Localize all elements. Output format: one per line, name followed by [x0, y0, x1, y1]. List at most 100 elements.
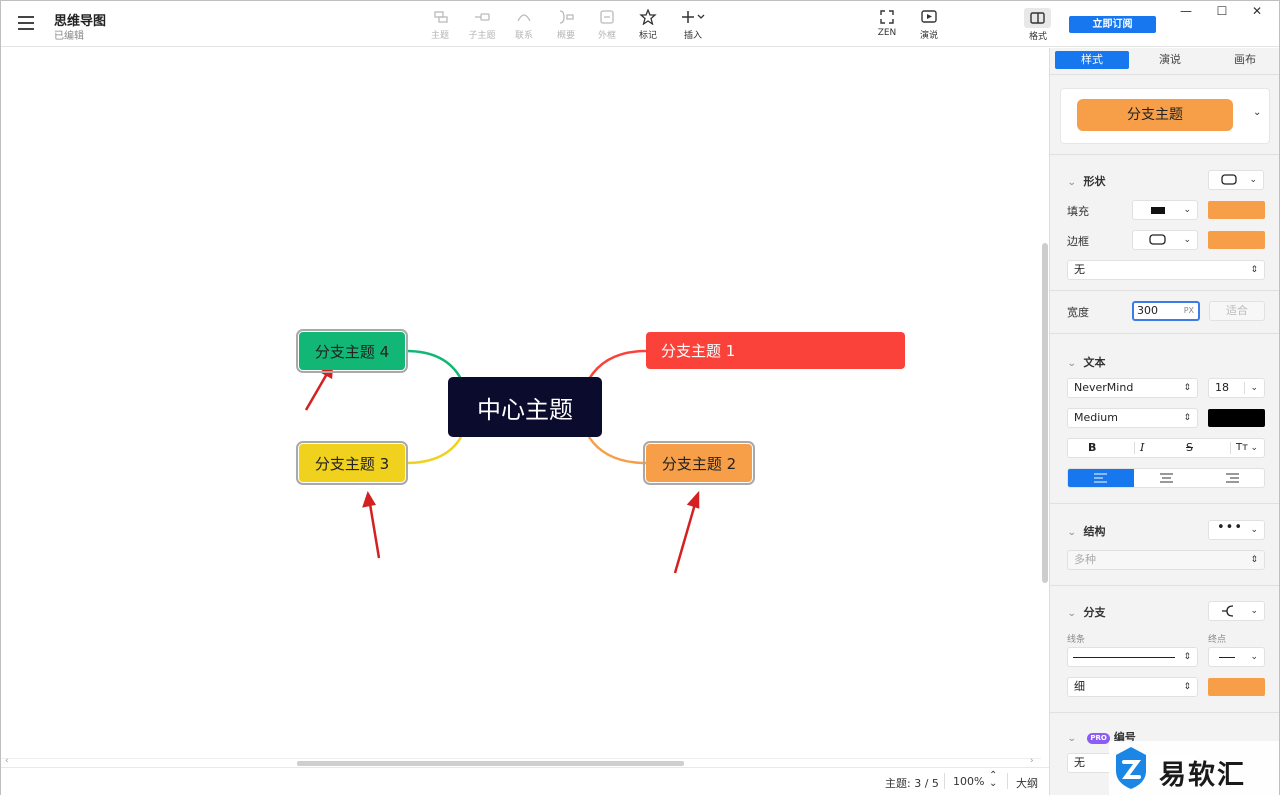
- stepper-icon: ⇕: [1183, 682, 1191, 692]
- toolbar-boundary-button[interactable]: 外框: [585, 9, 629, 41]
- line-style-select[interactable]: ⇕: [1067, 647, 1198, 667]
- toolbar-insert-button[interactable]: 插入: [671, 9, 715, 41]
- tab-style[interactable]: 样式: [1055, 51, 1129, 69]
- scroll-right-icon[interactable]: ›: [1030, 756, 1034, 766]
- fit-width-button[interactable]: 适合: [1209, 301, 1265, 321]
- style-preview-pill: 分支主题: [1077, 99, 1233, 131]
- chevron-down-icon: ⌄: [1067, 734, 1077, 744]
- annotation-arrow: [304, 361, 334, 411]
- toolbar-marker-button[interactable]: 标记: [626, 9, 670, 41]
- align-center-button[interactable]: [1134, 469, 1200, 487]
- section-structure[interactable]: ⌄ 结构: [1067, 523, 1105, 539]
- stepper-icon: ⇕: [1183, 652, 1191, 662]
- shape-select[interactable]: ⌄: [1208, 170, 1264, 190]
- branch-topic-label: 分支主题 3: [314, 454, 390, 473]
- align-center-icon: [1160, 473, 1173, 483]
- vertical-scrollbar[interactable]: [1041, 48, 1049, 758]
- close-icon[interactable]: ✕: [1242, 3, 1272, 19]
- divider: [1244, 382, 1245, 394]
- toolbar-zen-button[interactable]: ZEN: [865, 9, 909, 38]
- central-topic[interactable]: 中心主题: [448, 377, 602, 437]
- bold-button[interactable]: B: [1088, 439, 1096, 457]
- plus-icon: [682, 11, 705, 23]
- toolbar-summary-button[interactable]: 概要: [544, 9, 588, 41]
- toolbar-topic-button[interactable]: 主题: [418, 9, 462, 41]
- tab-presentation[interactable]: 演说: [1133, 51, 1207, 69]
- fill-label: 填充: [1067, 205, 1089, 218]
- line-label: 线条: [1067, 635, 1086, 645]
- border-color-swatch[interactable]: [1208, 231, 1265, 249]
- scroll-left-icon[interactable]: ‹: [5, 756, 9, 766]
- structure-select[interactable]: ••• ⌄: [1208, 520, 1265, 540]
- more-dots-icon: •••: [1217, 520, 1244, 535]
- toolbar-subtopic-button[interactable]: 子主题: [460, 9, 504, 41]
- chevron-down-icon: ⌄: [1250, 606, 1258, 616]
- hamburger-menu-icon[interactable]: [18, 16, 34, 30]
- chevron-down-icon: ⌄: [1249, 175, 1257, 185]
- end-label: 终点: [1208, 635, 1227, 645]
- fill-color-swatch[interactable]: [1208, 201, 1265, 219]
- solid-line-icon: [1073, 657, 1175, 658]
- minimize-icon[interactable]: —: [1171, 3, 1201, 19]
- fill-pattern-select[interactable]: ⌄: [1132, 200, 1198, 220]
- section-shape[interactable]: ⌄ 形状: [1067, 173, 1105, 189]
- subscribe-button[interactable]: 立即订阅: [1069, 16, 1156, 33]
- panel-tabs: 样式 演说 画布: [1055, 51, 1275, 69]
- border-width-select[interactable]: 无 ⇕: [1067, 260, 1265, 280]
- text-color-swatch[interactable]: [1208, 409, 1265, 427]
- section-branch[interactable]: ⌄ 分支: [1067, 604, 1105, 620]
- chevron-down-icon[interactable]: ⌄: [1253, 107, 1261, 118]
- text-align-group: [1067, 468, 1265, 488]
- italic-button[interactable]: I: [1140, 439, 1144, 457]
- chevron-down-icon: ⌄: [1067, 528, 1077, 538]
- vertical-scroll-thumb[interactable]: [1042, 243, 1048, 583]
- toolbar-relationship-button[interactable]: 联系: [502, 9, 546, 41]
- toolbar-present-button[interactable]: 演说: [907, 9, 951, 41]
- font-weight-select[interactable]: Medium ⇕: [1067, 408, 1198, 428]
- outline-button[interactable]: 大纲: [1016, 775, 1038, 791]
- font-family-select[interactable]: NeverMind ⇕: [1067, 378, 1198, 398]
- branch-topic-3[interactable]: 分支主题 3: [296, 441, 408, 485]
- align-left-button[interactable]: [1068, 469, 1134, 487]
- branch-topic-1[interactable]: 分支主题 1: [646, 332, 905, 369]
- chevron-down-icon: ⌄: [1067, 178, 1077, 188]
- border-shape-icon: [1149, 234, 1166, 245]
- format-panel-toggle-button[interactable]: [1024, 8, 1051, 28]
- structure-variant-select[interactable]: 多种 ⇕: [1067, 550, 1265, 570]
- horizontal-scroll-thumb[interactable]: [297, 761, 684, 766]
- pro-badge: PRO: [1087, 733, 1110, 744]
- branch-color-swatch[interactable]: [1208, 678, 1265, 696]
- maximize-icon[interactable]: ☐: [1207, 3, 1237, 19]
- style-preview[interactable]: 分支主题 ⌄: [1060, 88, 1270, 144]
- border-style-select[interactable]: ⌄: [1132, 230, 1198, 250]
- line-thickness-select[interactable]: 细 ⇕: [1067, 677, 1198, 697]
- section-text[interactable]: ⌄ 文本: [1067, 354, 1105, 370]
- font-size-select[interactable]: 18 ⌄: [1208, 378, 1265, 398]
- zoom-stepper-icon[interactable]: ⌃ ⌄: [989, 771, 997, 789]
- zoom-level[interactable]: 100%: [953, 775, 984, 788]
- text-case-button[interactable]: Tт: [1236, 439, 1248, 457]
- mindmap-canvas[interactable]: 中心主题 分支主题 1 分支主题 2 分支主题 3 分支主题 4: [1, 48, 1041, 758]
- connector-branch-4: [405, 349, 463, 380]
- line-end-select[interactable]: ⌄: [1208, 647, 1265, 667]
- branch-topic-label: 分支主题 4: [314, 342, 390, 361]
- annotation-arrow: [362, 491, 381, 559]
- horizontal-scrollbar[interactable]: ‹ ›: [1, 756, 1041, 767]
- strikethrough-button[interactable]: S: [1186, 439, 1193, 457]
- play-icon: [921, 10, 937, 23]
- stepper-icon: ⇕: [1183, 413, 1191, 423]
- watermark: 易软汇: [1109, 741, 1279, 795]
- align-right-button[interactable]: [1200, 469, 1264, 487]
- watermark-text: 易软汇: [1159, 760, 1246, 791]
- topic-count: 主题: 3 / 5: [885, 777, 939, 790]
- unit-label: PX: [1183, 306, 1194, 315]
- boundary-icon: [600, 10, 614, 24]
- line-end-icon: [1219, 657, 1235, 658]
- annotation-arrow: [673, 490, 700, 574]
- branch-style-select[interactable]: ⌄: [1208, 601, 1265, 621]
- width-input[interactable]: 300 PX: [1132, 301, 1200, 321]
- tab-canvas[interactable]: 画布: [1208, 51, 1279, 69]
- subtopic-icon: [475, 13, 490, 21]
- branch-topic-2[interactable]: 分支主题 2: [643, 441, 755, 485]
- branch-topic-4[interactable]: 分支主题 4: [296, 329, 408, 373]
